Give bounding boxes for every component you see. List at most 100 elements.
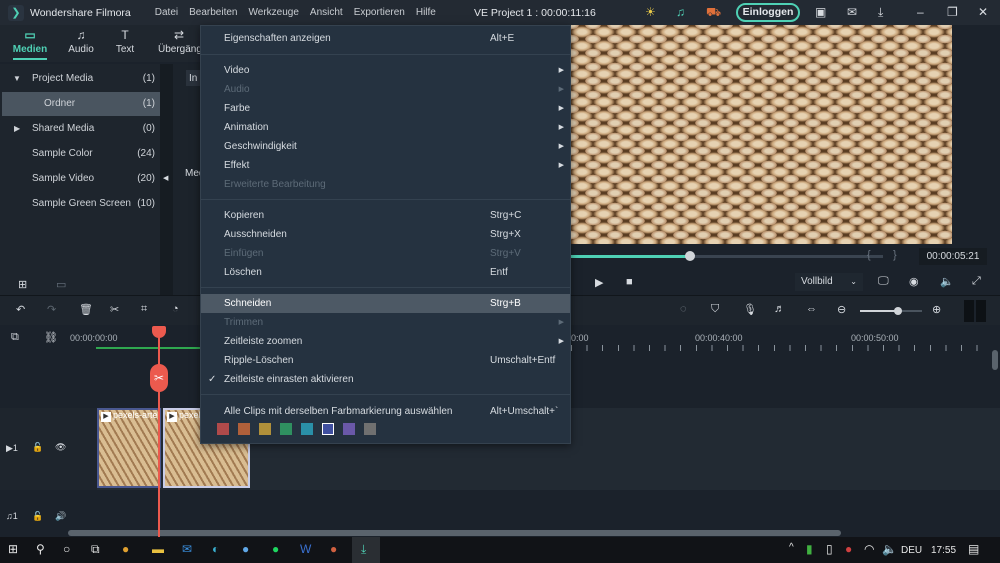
menu-item-eigenschaften-anzeigen[interactable]: Eigenschaften anzeigen Alt+E: [201, 29, 570, 48]
volume-tray-icon[interactable]: 🔈: [882, 542, 897, 556]
crop-icon[interactable]: ⌗: [141, 303, 147, 316]
speed-icon[interactable]: ◔: [172, 303, 179, 315]
mail-icon[interactable]: ✉: [847, 5, 857, 19]
preview-progress-knob[interactable]: [684, 251, 695, 261]
undo-icon[interactable]: ↶: [16, 303, 25, 316]
edge-icon[interactable]: ◐: [212, 542, 219, 556]
tray-network-app-icon[interactable]: ●: [845, 542, 852, 556]
track-height-toggle[interactable]: [964, 300, 986, 322]
notifications-icon[interactable]: ▤: [968, 542, 979, 556]
fit-timeline-icon[interactable]: ⇔: [806, 303, 817, 315]
link-icon[interactable]: ⛓: [44, 331, 58, 344]
menu-item-kopieren[interactable]: Kopieren Strg+C: [201, 206, 570, 225]
color-swatch[interactable]: [280, 423, 292, 435]
tray-expand-icon[interactable]: ^: [789, 542, 794, 553]
color-swatch[interactable]: [364, 423, 376, 435]
windows-start-icon[interactable]: ⊞: [8, 542, 18, 556]
redo-icon[interactable]: ↷: [47, 303, 56, 316]
chrome-icon[interactable]: ●: [122, 542, 129, 556]
zoom-slider[interactable]: [860, 310, 922, 312]
mail-app-icon[interactable]: ✉: [182, 542, 192, 556]
color-swatch[interactable]: [322, 423, 334, 435]
color-swatch[interactable]: [238, 423, 250, 435]
menu-werkzeuge[interactable]: Werkzeuge: [249, 7, 299, 18]
collapse-triangle-icon[interactable]: ▶: [14, 117, 20, 141]
add-track-icon[interactable]: ⧉: [11, 331, 19, 344]
menu-item-löschen[interactable]: Löschen Entf: [201, 263, 570, 282]
menu-bearbeiten[interactable]: Bearbeiten: [189, 7, 237, 18]
split-scissors-icon[interactable]: ✂: [150, 364, 168, 392]
volume-icon[interactable]: 🔈: [940, 275, 954, 288]
expand-triangle-icon[interactable]: ▼: [13, 67, 21, 91]
zoom-slider-knob[interactable]: [894, 307, 902, 315]
tree-item-shared-media[interactable]: ▶ Shared Media (0): [0, 117, 160, 141]
tab-medien[interactable]: ▭ Medien: [12, 28, 48, 60]
vertical-scrollbar[interactable]: [992, 350, 998, 370]
menu-item-alle-clips-mit-derselben-farbmarkierung-auswählen[interactable]: Alle Clips mit derselben Farbmarkierung …: [201, 402, 570, 421]
delete-icon[interactable]: 🗑: [79, 303, 93, 316]
microphone-icon[interactable]: 🎙: [743, 303, 757, 316]
menu-hilfe[interactable]: Hilfe: [416, 7, 436, 18]
tree-item-project-media[interactable]: ▼ Project Media (1): [0, 67, 160, 91]
signal-icon[interactable]: ●: [242, 542, 249, 556]
eye-icon[interactable]: 👁: [55, 442, 66, 453]
mark-out-button[interactable]: }: [893, 249, 897, 261]
search-icon[interactable]: ⚲: [36, 542, 45, 556]
audio-mixer-icon[interactable]: ♬: [774, 303, 785, 315]
tab-text[interactable]: T Text: [110, 28, 140, 55]
language-indicator[interactable]: DEU: [901, 545, 922, 556]
menu-item-ripple-löschen[interactable]: Ripple-Löschen Umschalt+Entf: [201, 351, 570, 370]
task-view-icon[interactable]: ⧉: [91, 542, 100, 557]
menu-item-ausschneiden[interactable]: Ausschneiden Strg+X: [201, 225, 570, 244]
lock-icon[interactable]: 🔓: [32, 511, 43, 522]
spotify-icon[interactable]: ●: [272, 542, 279, 556]
menu-item-schneiden[interactable]: Schneiden Strg+B: [201, 294, 570, 313]
fullscreen-icon[interactable]: ⤢: [972, 275, 981, 288]
quality-dropdown[interactable]: Vollbild ⌄: [795, 273, 863, 291]
zoom-in-icon[interactable]: ⊕: [932, 303, 941, 316]
menu-item-video[interactable]: Video ▶: [201, 61, 570, 80]
cortana-icon[interactable]: ○: [63, 542, 70, 556]
file-explorer-icon[interactable]: ▬: [152, 542, 164, 556]
collapse-arrow-icon[interactable]: ◀: [163, 174, 168, 182]
menu-item-zeitleiste-zoomen[interactable]: Zeitleiste zoomen ▶: [201, 332, 570, 351]
import-button[interactable]: In: [186, 70, 200, 86]
render-icon[interactable]: ◌: [680, 303, 687, 315]
wifi-icon[interactable]: ◠: [864, 542, 874, 556]
restore-icon[interactable]: ❐: [947, 5, 958, 19]
chrome-profile-icon[interactable]: ●: [330, 542, 337, 556]
tray-device-icon[interactable]: ▯: [826, 542, 833, 556]
filmora-taskbar-button[interactable]: ⤓: [352, 537, 380, 563]
speaker-icon[interactable]: 🔊: [55, 511, 66, 522]
menu-item-effekt[interactable]: Effekt ▶: [201, 156, 570, 175]
stop-icon[interactable]: ■: [626, 276, 633, 288]
tab-audio[interactable]: ♫ Audio: [66, 28, 96, 55]
cut-icon[interactable]: ✂: [110, 303, 119, 316]
panel-collapse-strip[interactable]: ◀: [160, 64, 173, 295]
color-swatch[interactable]: [259, 423, 271, 435]
menu-exportieren[interactable]: Exportieren: [354, 7, 405, 18]
mark-in-button[interactable]: {: [867, 249, 871, 261]
color-swatch[interactable]: [301, 423, 313, 435]
zoom-out-icon[interactable]: ⊖: [837, 303, 846, 316]
marker-icon[interactable]: ⛉: [711, 303, 719, 316]
folder-icon[interactable]: ▭: [56, 278, 66, 291]
color-swatch[interactable]: [217, 423, 229, 435]
menu-item-farbe[interactable]: Farbe ▶: [201, 99, 570, 118]
menu-item-zeitleiste-einrasten-aktivieren[interactable]: ✓ Zeitleiste einrasten aktivieren: [201, 370, 570, 389]
camera-icon[interactable]: ◉: [909, 275, 919, 288]
tree-item-sample-video[interactable]: Sample Video (20): [0, 167, 160, 191]
tree-item-sample-green-screen[interactable]: Sample Green Screen (10): [0, 192, 160, 216]
login-button[interactable]: Einloggen: [736, 3, 800, 22]
timeline-clip[interactable]: ▶pexels-arte: [97, 408, 161, 488]
tray-app-icon[interactable]: ▮: [806, 542, 813, 556]
menu-datei[interactable]: Datei: [155, 7, 178, 18]
lightbulb-icon[interactable]: ☀: [645, 5, 656, 19]
save-icon[interactable]: ▣: [815, 5, 826, 19]
clock[interactable]: 17:55: [931, 545, 956, 556]
menu-item-geschwindigkeit[interactable]: Geschwindigkeit ▶: [201, 137, 570, 156]
menu-item-animation[interactable]: Animation ▶: [201, 118, 570, 137]
menu-ansicht[interactable]: Ansicht: [310, 7, 343, 18]
headset-icon[interactable]: ♫: [676, 5, 685, 19]
cart-icon[interactable]: ⛟: [706, 5, 721, 19]
